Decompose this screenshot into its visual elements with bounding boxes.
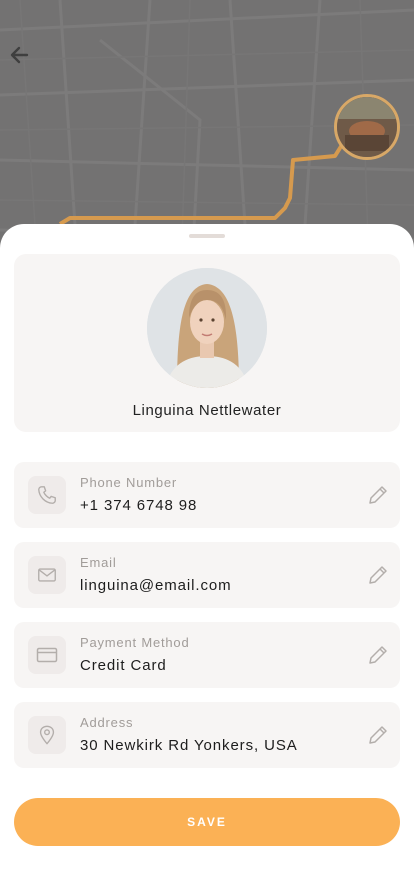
email-row[interactable]: Email linguina@email.com — [14, 542, 400, 608]
route-line — [58, 138, 347, 226]
location-photo — [337, 97, 397, 157]
address-label: Address — [80, 715, 134, 730]
phone-icon — [38, 486, 56, 504]
profile-name: Linguina Nettlewater — [132, 402, 282, 419]
address-value: 30 Newkirk Rd Yonkers, USA — [80, 737, 298, 754]
address-row[interactable]: Address 30 Newkirk Rd Yonkers, USA — [14, 702, 400, 768]
avatar[interactable] — [147, 268, 267, 388]
email-value: linguina@email.com — [80, 577, 232, 594]
phone-number-label: Phone Number — [80, 475, 178, 490]
payment-method-value: Credit Card — [80, 657, 167, 674]
credit-card-icon-box — [28, 636, 66, 674]
mail-icon — [38, 568, 56, 582]
location-pin-icon — [39, 725, 55, 745]
profile-sheet: Linguina Nettlewater Phone Number +1 374… — [0, 224, 414, 896]
arrow-left-icon — [10, 46, 29, 64]
edit-phone-button[interactable] — [366, 483, 390, 507]
profile-card: Linguina Nettlewater — [14, 254, 400, 432]
edit-payment-button[interactable] — [366, 643, 390, 667]
save-button[interactable]: SAVE — [14, 798, 400, 846]
sheet-drag-handle[interactable] — [189, 234, 225, 238]
email-label: Email — [80, 555, 117, 570]
map-location-avatar[interactable] — [334, 94, 400, 160]
payment-method-label: Payment Method — [80, 635, 190, 650]
credit-card-icon — [36, 647, 58, 663]
phone-number-value: +1 374 6748 98 — [80, 497, 198, 514]
edit-email-button[interactable] — [366, 563, 390, 587]
profile-photo-image — [147, 268, 267, 388]
mail-icon-box — [28, 556, 66, 594]
location-pin-icon-box — [28, 716, 66, 754]
payment-method-row[interactable]: Payment Method Credit Card — [14, 622, 400, 688]
back-button[interactable] — [8, 44, 36, 72]
phone-number-row[interactable]: Phone Number +1 374 6748 98 — [14, 462, 400, 528]
edit-address-button[interactable] — [366, 723, 390, 747]
phone-icon-box — [28, 476, 66, 514]
